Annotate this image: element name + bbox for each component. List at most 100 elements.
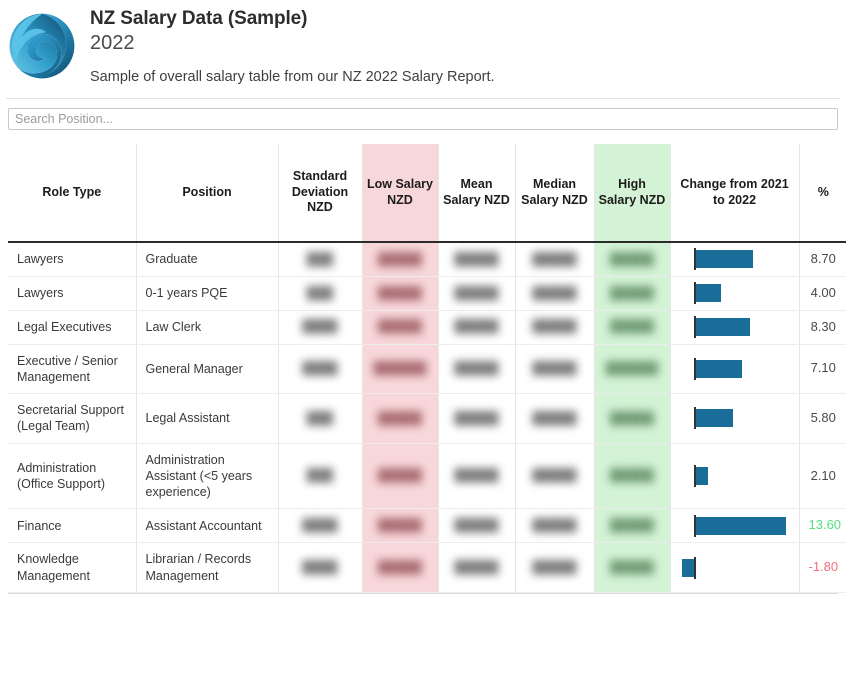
redacted-value: █████ <box>377 559 422 574</box>
search-position-input[interactable] <box>8 108 838 130</box>
table-row[interactable]: Administration (Office Support) Administr… <box>8 443 846 510</box>
change-bar-track <box>681 280 789 306</box>
column-header-role-type[interactable]: Role Type <box>8 144 137 243</box>
redacted-value: █████ <box>532 468 577 483</box>
redacted-value: ██████ <box>373 361 427 376</box>
redacted-value: █████ <box>609 319 654 334</box>
table-row[interactable]: Lawyers 0-1 years PQE ███ █████ █████ █████ ██… <box>8 276 846 311</box>
column-header-position[interactable]: Position <box>135 144 279 243</box>
change-bar-track <box>681 314 789 340</box>
column-header-change-bar[interactable]: Change from 2021 to 2022 <box>669 144 800 243</box>
cell-high-salary: █████ <box>593 443 671 510</box>
cell-change-bar <box>669 542 800 593</box>
redacted-value: ████ <box>302 518 338 533</box>
redacted-value: █████ <box>532 319 577 334</box>
cell-change-bar <box>669 310 800 345</box>
redacted-value: █████ <box>532 410 577 425</box>
redacted-value: █████ <box>532 361 577 376</box>
cell-role-type: Administration (Office Support) <box>8 443 137 510</box>
cell-median-salary: █████ <box>514 542 595 593</box>
table-row[interactable]: Executive / Senior Management General Man… <box>8 344 846 395</box>
cell-mean-salary: █████ <box>437 344 516 395</box>
cell-high-salary: █████ <box>593 508 671 544</box>
redacted-value: █████ <box>609 410 654 425</box>
cell-position: Law Clerk <box>135 310 279 345</box>
redacted-value: █████ <box>454 285 499 300</box>
cell-low-salary: ██████ <box>361 344 439 395</box>
change-bar-track <box>681 555 789 581</box>
zero-baseline <box>694 357 696 380</box>
cell-change-bar <box>669 443 800 510</box>
redacted-value: ████ <box>302 559 338 574</box>
page-subtitle: Sample of overall salary table from our … <box>90 68 495 85</box>
cell-position: General Manager <box>135 344 279 395</box>
cell-position: Librarian / Records Management <box>135 542 279 593</box>
redacted-value: █████ <box>454 410 499 425</box>
redacted-value: ████ <box>302 319 338 334</box>
cell-role-type: Lawyers <box>8 242 137 277</box>
table-row[interactable]: Knowledge Management Librarian / Records … <box>8 542 846 593</box>
table-row[interactable]: Secretarial Support (Legal Team) Legal As… <box>8 393 846 444</box>
change-bar <box>694 359 742 378</box>
redacted-value: ███ <box>306 251 334 266</box>
cell-change-bar <box>669 276 800 311</box>
cell-position: Legal Assistant <box>135 393 279 444</box>
table-row[interactable]: Finance Assistant Accountant ████ █████ ████… <box>8 508 846 544</box>
redacted-value: █████ <box>454 251 499 266</box>
cell-mean-salary: █████ <box>437 508 516 544</box>
cell-median-salary: █████ <box>514 242 595 277</box>
cell-percent: 8.70 <box>798 242 846 277</box>
table-row[interactable]: Lawyers Graduate ███ █████ █████ █████ █████ 8.… <box>8 242 846 277</box>
table-bottom-divider <box>8 592 838 594</box>
cell-low-salary: █████ <box>361 242 439 277</box>
zero-baseline <box>694 556 696 579</box>
zero-baseline <box>694 465 696 488</box>
column-header-high-salary[interactable]: High Salary NZD <box>593 144 671 243</box>
change-bar <box>694 516 786 535</box>
column-header-mean-salary[interactable]: Mean Salary NZD <box>437 144 516 243</box>
cell-high-salary: █████ <box>593 310 671 345</box>
column-header-median-salary[interactable]: Median Salary NZD <box>514 144 595 243</box>
cell-median-salary: █████ <box>514 443 595 510</box>
cell-position: Assistant Accountant <box>135 508 279 544</box>
cell-median-salary: █████ <box>514 276 595 311</box>
change-bar <box>694 284 721 303</box>
cell-mean-salary: █████ <box>437 443 516 510</box>
cell-mean-salary: █████ <box>437 276 516 311</box>
redacted-value: █████ <box>532 285 577 300</box>
redacted-value: █████ <box>377 319 422 334</box>
redacted-value: █████ <box>532 518 577 533</box>
change-bar <box>694 467 709 486</box>
cell-high-salary: █████ <box>593 242 671 277</box>
redacted-value: █████ <box>377 468 422 483</box>
cell-position: 0-1 years PQE <box>135 276 279 311</box>
table-row[interactable]: Legal Executives Law Clerk ████ █████ █████ █… <box>8 310 846 345</box>
cell-percent: 5.80 <box>798 393 846 444</box>
cell-percent: 2.10 <box>798 443 846 510</box>
change-bar-track <box>681 246 789 272</box>
cell-high-salary: █████ <box>593 276 671 311</box>
cell-percent: 8.30 <box>798 310 846 345</box>
column-header-low-salary[interactable]: Low Salary NZD <box>361 144 439 243</box>
cell-mean-salary: █████ <box>437 393 516 444</box>
cell-percent: 7.10 <box>798 344 846 395</box>
cell-role-type: Executive / Senior Management <box>8 344 137 395</box>
redacted-value: ███ <box>306 285 334 300</box>
redacted-value: █████ <box>377 285 422 300</box>
redacted-value: █████ <box>609 559 654 574</box>
cell-percent: 4.00 <box>798 276 846 311</box>
cell-position: Administration Assistant (<5 years exper… <box>135 443 279 510</box>
redacted-value: █████ <box>377 251 422 266</box>
redacted-value: █████ <box>454 559 499 574</box>
cell-low-salary: █████ <box>361 393 439 444</box>
change-bar <box>681 558 694 577</box>
cell-low-salary: █████ <box>361 508 439 544</box>
cell-role-type: Secretarial Support (Legal Team) <box>8 393 137 444</box>
cell-standard-deviation: ███ <box>277 393 363 444</box>
salary-table: Role Type Position Standard Deviation NZD L… <box>8 144 846 593</box>
column-header-percent[interactable]: % <box>798 144 846 243</box>
column-header-std-dev[interactable]: Standard Deviation NZD <box>277 144 363 243</box>
cell-median-salary: █████ <box>514 344 595 395</box>
cell-standard-deviation: ████ <box>277 344 363 395</box>
redacted-value: ████ <box>302 361 338 376</box>
